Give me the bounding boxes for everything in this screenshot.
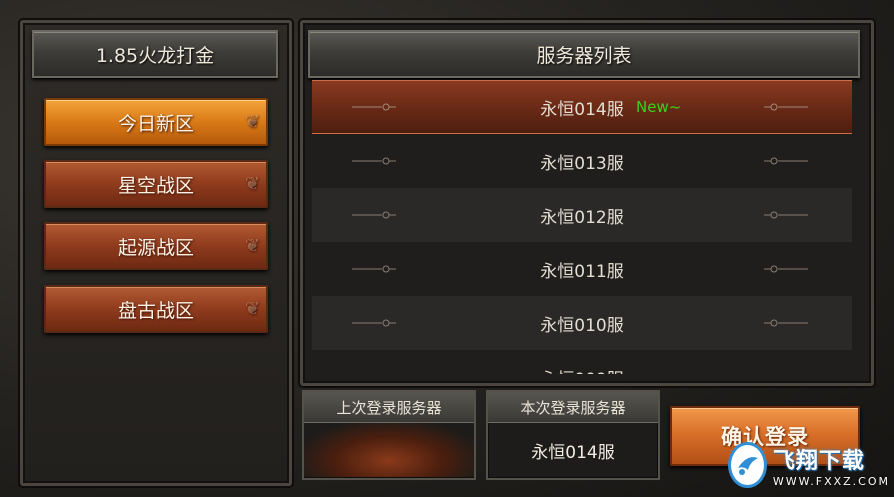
- zone-button-label: 盘古战区: [117, 299, 194, 322]
- flourish-icon: ❦: [244, 298, 260, 320]
- flourish-icon: ❦: [244, 173, 260, 195]
- zone-button-origin[interactable]: 起源战区 ❦: [44, 222, 268, 270]
- server-row-014[interactable]: 永恒014服 New~: [312, 80, 852, 134]
- server-row-013[interactable]: 永恒013服: [312, 134, 852, 188]
- server-list[interactable]: 永恒014服 New~ 永恒013服 永恒012服 永恒011服 永恒010服 …: [312, 80, 852, 374]
- last-login-label: 上次登录服务器: [304, 392, 474, 423]
- zone-button-pangu[interactable]: 盘古战区 ❦: [44, 285, 268, 333]
- zone-button-label: 星空战区: [117, 174, 194, 197]
- watermark-url: WWW.FXXZ.COM: [772, 474, 890, 488]
- divider-ornament-icon: [764, 157, 808, 165]
- divider-ornament-icon: [764, 319, 808, 327]
- zone-button-starry[interactable]: 星空战区 ❦: [44, 160, 268, 208]
- divider-ornament-icon: [764, 211, 808, 219]
- server-row-010[interactable]: 永恒010服: [312, 296, 852, 350]
- server-list-title-text: 服务器列表: [536, 44, 632, 67]
- zone-panel-title: 1.85火龙打金: [32, 30, 278, 78]
- last-login-value: [304, 423, 474, 477]
- current-login-value: 永恒014服: [531, 442, 615, 463]
- current-login-box: 本次登录服务器 永恒014服: [486, 390, 660, 480]
- server-row-009[interactable]: 永恒009服: [312, 350, 852, 374]
- new-badge: New~: [636, 98, 682, 116]
- server-row-012[interactable]: 永恒012服: [312, 188, 852, 242]
- watermark-text: 飞翔下载: [772, 448, 865, 474]
- divider-ornament-icon: [764, 265, 808, 273]
- zone-button-today-new[interactable]: 今日新区 ❦: [44, 98, 268, 146]
- flourish-icon: ❦: [244, 111, 260, 133]
- server-name: 永恒009服: [312, 365, 852, 375]
- watermark-logo-icon: [728, 442, 767, 488]
- flourish-icon: ❦: [244, 235, 260, 257]
- zone-button-label: 今日新区: [117, 112, 194, 135]
- divider-ornament-icon: [764, 103, 808, 111]
- last-login-box: 上次登录服务器: [302, 390, 476, 480]
- server-row-011[interactable]: 永恒011服: [312, 242, 852, 296]
- current-login-label: 本次登录服务器: [488, 392, 658, 423]
- zone-button-label: 起源战区: [117, 236, 194, 259]
- zone-panel-title-text: 1.85火龙打金: [95, 44, 215, 67]
- server-list-title: 服务器列表: [308, 30, 860, 78]
- watermark: 飞翔下载 WWW.FXXZ.COM: [728, 436, 890, 494]
